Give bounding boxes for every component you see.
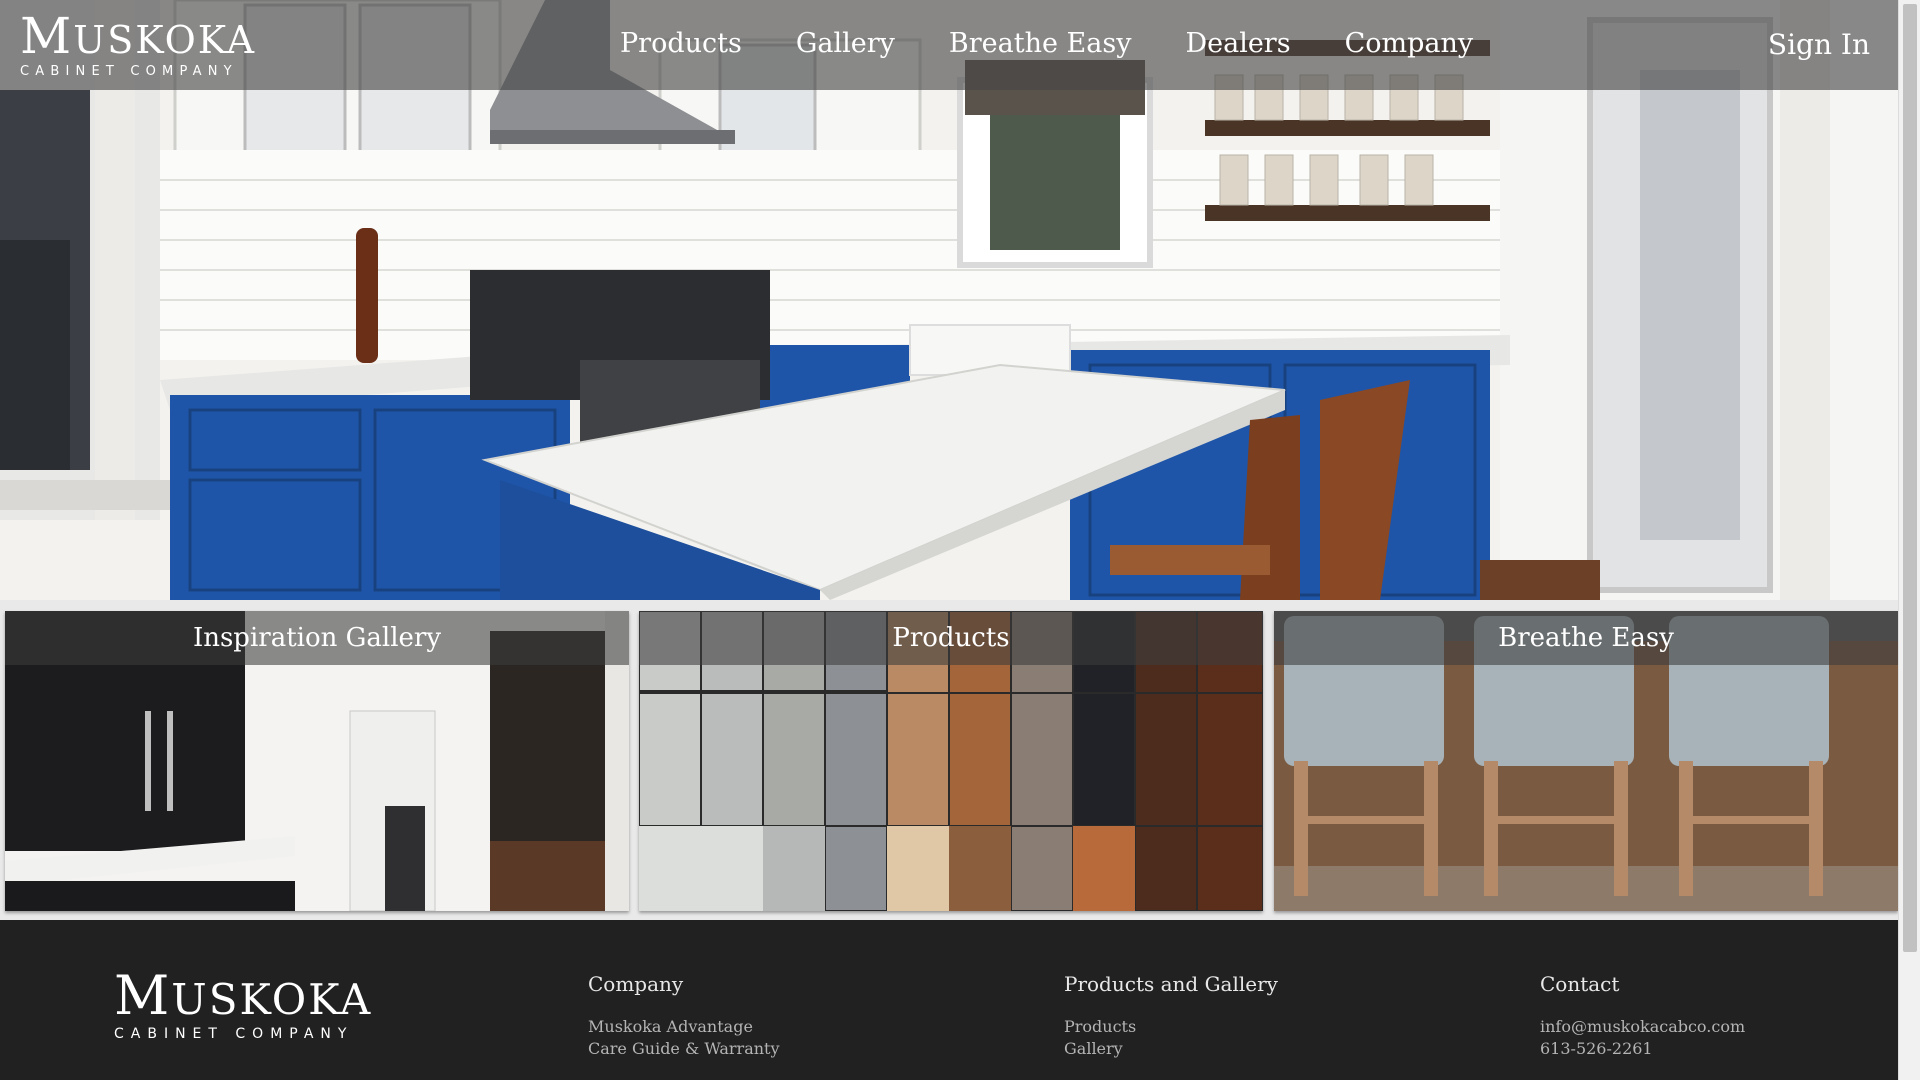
page-scrollbar[interactable] xyxy=(1898,0,1920,1080)
footer-link-muskoka-advantage[interactable]: Muskoka Advantage xyxy=(588,1016,780,1038)
footer-column-company: Company Muskoka Advantage Care Guide & W… xyxy=(588,972,780,1060)
footer-column-products-gallery: Products and Gallery Products Gallery xyxy=(1064,972,1278,1060)
footer-link-email[interactable]: info@muskokacabco.com xyxy=(1540,1016,1745,1038)
footer-link-phone[interactable]: 613-526-2261 xyxy=(1540,1038,1745,1060)
hero-banner: MUSKOKA CABINET COMPANY Products Gallery… xyxy=(0,0,1898,600)
tile-products[interactable]: Products xyxy=(639,611,1263,911)
sign-in-link[interactable]: Sign In xyxy=(1768,28,1870,61)
nav-dealers[interactable]: Dealers xyxy=(1185,28,1290,59)
footer-link-products[interactable]: Products xyxy=(1064,1016,1278,1038)
tile-breathe-easy[interactable]: Breathe Easy xyxy=(1274,611,1898,911)
nav-products[interactable]: Products xyxy=(620,28,742,59)
footer-column-title: Contact xyxy=(1540,972,1620,996)
tile-inspiration-gallery[interactable]: Inspiration Gallery xyxy=(5,611,629,911)
footer-column-title: Company xyxy=(588,972,684,996)
main-nav: Products Gallery Breathe Easy Dealers Co… xyxy=(620,28,1527,59)
scrollbar-thumb[interactable] xyxy=(1903,4,1917,952)
tile-caption: Breathe Easy xyxy=(1274,611,1898,665)
nav-company[interactable]: Company xyxy=(1345,28,1474,59)
muskoka-logo[interactable]: MUSKOKA CABINET COMPANY xyxy=(20,10,256,79)
footer-link-gallery[interactable]: Gallery xyxy=(1064,1038,1278,1060)
kitchen-hero-image xyxy=(0,0,1898,600)
tile-caption: Products xyxy=(639,611,1263,665)
footer-logo[interactable]: MUSKOKA CABINET COMPANY xyxy=(114,968,372,1043)
nav-gallery[interactable]: Gallery xyxy=(796,28,895,59)
footer-link-care-guide[interactable]: Care Guide & Warranty xyxy=(588,1038,780,1060)
footer-column-contact: Contact info@muskokacabco.com 613-526-22… xyxy=(1540,972,1745,1060)
footer-column-title: Products and Gallery xyxy=(1064,972,1278,996)
feature-tiles: Inspiration Gallery Products Breathe Eas… xyxy=(0,600,1898,920)
top-navigation-bar: MUSKOKA CABINET COMPANY Products Gallery… xyxy=(0,0,1898,90)
tile-caption: Inspiration Gallery xyxy=(5,611,629,665)
site-footer: MUSKOKA CABINET COMPANY Company Muskoka … xyxy=(0,920,1898,1080)
nav-breathe-easy[interactable]: Breathe Easy xyxy=(949,28,1132,59)
